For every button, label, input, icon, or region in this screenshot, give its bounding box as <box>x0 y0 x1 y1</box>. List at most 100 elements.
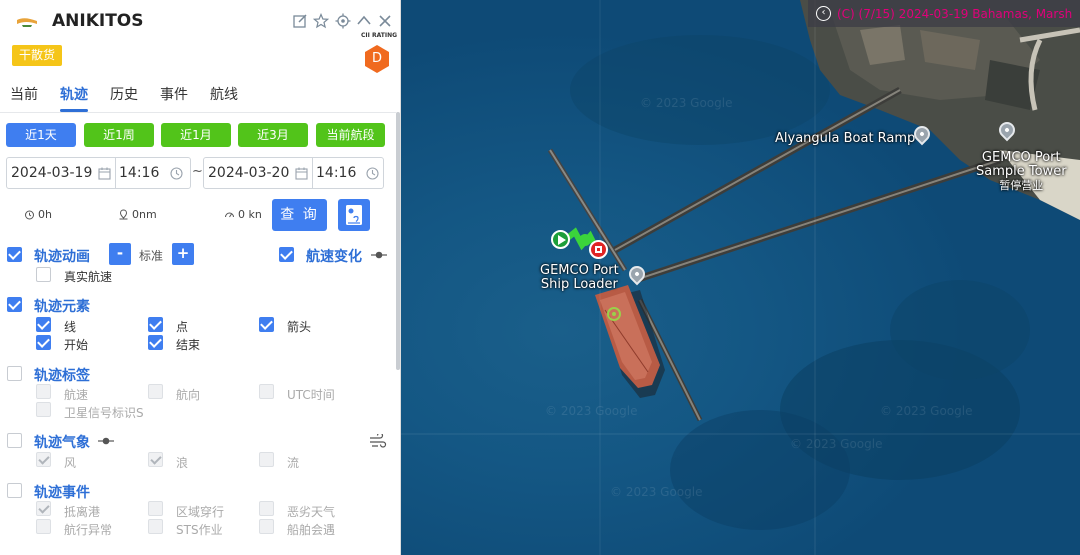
map-watermark: © 2023 Google <box>640 96 733 110</box>
range-current-leg-button[interactable]: 当前航段 <box>316 123 385 147</box>
event-sts-checkbox[interactable] <box>148 519 163 534</box>
range-1day-button[interactable]: 近1天 <box>6 123 76 147</box>
weather-wind-checkbox[interactable] <box>36 452 51 467</box>
event-port-label: 抵离港 <box>64 505 101 519</box>
collapse-icon[interactable] <box>356 13 372 29</box>
range-1month-button[interactable]: 近1月 <box>161 123 231 147</box>
end-date-input[interactable]: 2024-03-20 <box>208 158 289 188</box>
ship-type-badge: 干散货 <box>12 45 63 66</box>
track-weather-checkbox[interactable] <box>7 433 22 448</box>
calendar-icon <box>295 167 308 180</box>
element-arrow-checkbox[interactable] <box>259 317 274 332</box>
track-events-checkbox[interactable] <box>7 483 22 498</box>
map-watermark: © 2023 Google <box>610 485 703 499</box>
edit-icon[interactable] <box>292 13 308 29</box>
event-port-checkbox[interactable] <box>36 501 51 516</box>
speed-stat: 0 kn <box>224 208 262 221</box>
track-events-title: 轨迹事件 <box>34 485 90 501</box>
end-time-input[interactable]: 14:16 <box>316 158 356 188</box>
label-speed-checkbox[interactable] <box>36 384 51 399</box>
map-label-boat-ramp: Alyangula Boat Ramp <box>775 131 916 146</box>
track-start-marker[interactable] <box>551 230 570 249</box>
label-utc-checkbox[interactable] <box>259 384 274 399</box>
map-info-bar: ‹ (C) (7/15) 2024-03-19 Bahamas, Marsh <box>808 0 1080 27</box>
query-button[interactable]: 查 询 <box>272 199 327 231</box>
end-datetime-field[interactable]: 2024-03-20 14:16 <box>203 157 384 189</box>
element-line-label: 线 <box>64 320 77 334</box>
duration-stat: 0h <box>24 208 52 221</box>
track-animation-checkbox[interactable] <box>7 247 22 262</box>
map-label-line: GEMCO Port <box>540 263 619 278</box>
speed-minus-button[interactable]: - <box>109 243 131 265</box>
weather-wave-label: 浪 <box>176 456 189 470</box>
map-label-line: GEMCO Port <box>981 150 1061 165</box>
element-line-checkbox[interactable] <box>36 317 51 332</box>
date-time-divider <box>312 158 313 188</box>
weather-line-icon <box>98 437 114 445</box>
range-3month-button[interactable]: 近3月 <box>238 123 308 147</box>
calendar-icon <box>98 167 111 180</box>
start-date-input[interactable]: 2024-03-19 <box>11 158 92 188</box>
tab-events[interactable]: 事件 <box>150 80 198 112</box>
element-arrow-label: 箭头 <box>287 320 312 334</box>
back-icon[interactable]: ‹ <box>816 6 831 21</box>
weather-wave-checkbox[interactable] <box>148 452 163 467</box>
label-satellite-label: 卫星信号标识S <box>64 406 144 420</box>
tab-route[interactable]: 航线 <box>200 80 248 112</box>
tab-history[interactable]: 历史 <box>100 80 148 112</box>
label-satellite-checkbox[interactable] <box>36 402 51 417</box>
tab-current[interactable]: 当前 <box>0 80 48 112</box>
clock-icon <box>366 167 379 180</box>
speedometer-icon <box>225 212 234 218</box>
track-labels-title: 轨迹标签 <box>34 368 90 384</box>
element-start-checkbox[interactable] <box>36 335 51 350</box>
weather-wind-label: 风 <box>64 456 77 470</box>
weather-current-label: 流 <box>287 456 300 470</box>
map-info-text: (C) (7/15) 2024-03-19 Bahamas, Marsh <box>837 6 1073 21</box>
map-label-line: Sample Tower <box>976 164 1067 179</box>
event-bad-weather-checkbox[interactable] <box>259 501 274 516</box>
map-doc-icon <box>346 205 362 225</box>
label-course-checkbox[interactable] <box>148 384 163 399</box>
range-1week-button[interactable]: 近1周 <box>84 123 154 147</box>
speed-plus-button[interactable]: + <box>172 243 194 265</box>
speed-label: 标准 <box>139 249 164 263</box>
cii-rating-label: CII RATING <box>361 32 398 39</box>
element-end-checkbox[interactable] <box>148 335 163 350</box>
date-time-divider <box>115 158 116 188</box>
close-icon[interactable] <box>377 13 393 29</box>
event-area-transit-checkbox[interactable] <box>148 501 163 516</box>
real-speed-label: 真实航速 <box>64 270 113 284</box>
element-point-checkbox[interactable] <box>148 317 163 332</box>
panel-tabs: 当前 轨迹 历史 事件 航线 <box>0 80 392 112</box>
track-elements-checkbox[interactable] <box>7 297 22 312</box>
real-speed-checkbox[interactable] <box>36 267 51 282</box>
speed-line-icon <box>371 251 387 259</box>
flag-icon <box>14 13 40 31</box>
event-sts-label: STS作业 <box>176 523 223 537</box>
tab-track[interactable]: 轨迹 <box>50 80 98 112</box>
label-course-label: 航向 <box>176 388 201 402</box>
event-area-transit-label: 区域穿行 <box>176 505 225 519</box>
speed-change-checkbox[interactable] <box>279 247 294 262</box>
track-animation-title: 轨迹动画 <box>34 249 90 265</box>
track-end-marker[interactable] <box>589 240 608 259</box>
element-end-label: 结束 <box>176 338 201 352</box>
event-encounter-checkbox[interactable] <box>259 519 274 534</box>
map-label-line: 暂停营业 <box>999 179 1044 192</box>
start-time-input[interactable]: 14:16 <box>119 158 159 188</box>
star-icon[interactable] <box>313 13 329 29</box>
locate-icon[interactable] <box>335 13 351 29</box>
label-speed-label: 航速 <box>64 388 89 402</box>
track-labels-checkbox[interactable] <box>7 366 22 381</box>
map-view-button[interactable] <box>338 199 370 231</box>
map-watermark: © 2023 Google <box>880 404 973 418</box>
start-datetime-field[interactable]: 2024-03-19 14:16 <box>6 157 191 189</box>
weather-current-checkbox[interactable] <box>259 452 274 467</box>
speed-value: 0 kn <box>238 208 262 221</box>
panel-scrollbar[interactable] <box>396 112 400 370</box>
event-nav-anomaly-checkbox[interactable] <box>36 519 51 534</box>
map-watermark: © 2023 Google <box>545 404 638 418</box>
wind-icon <box>370 434 387 448</box>
distance-value: 0nm <box>132 208 157 221</box>
